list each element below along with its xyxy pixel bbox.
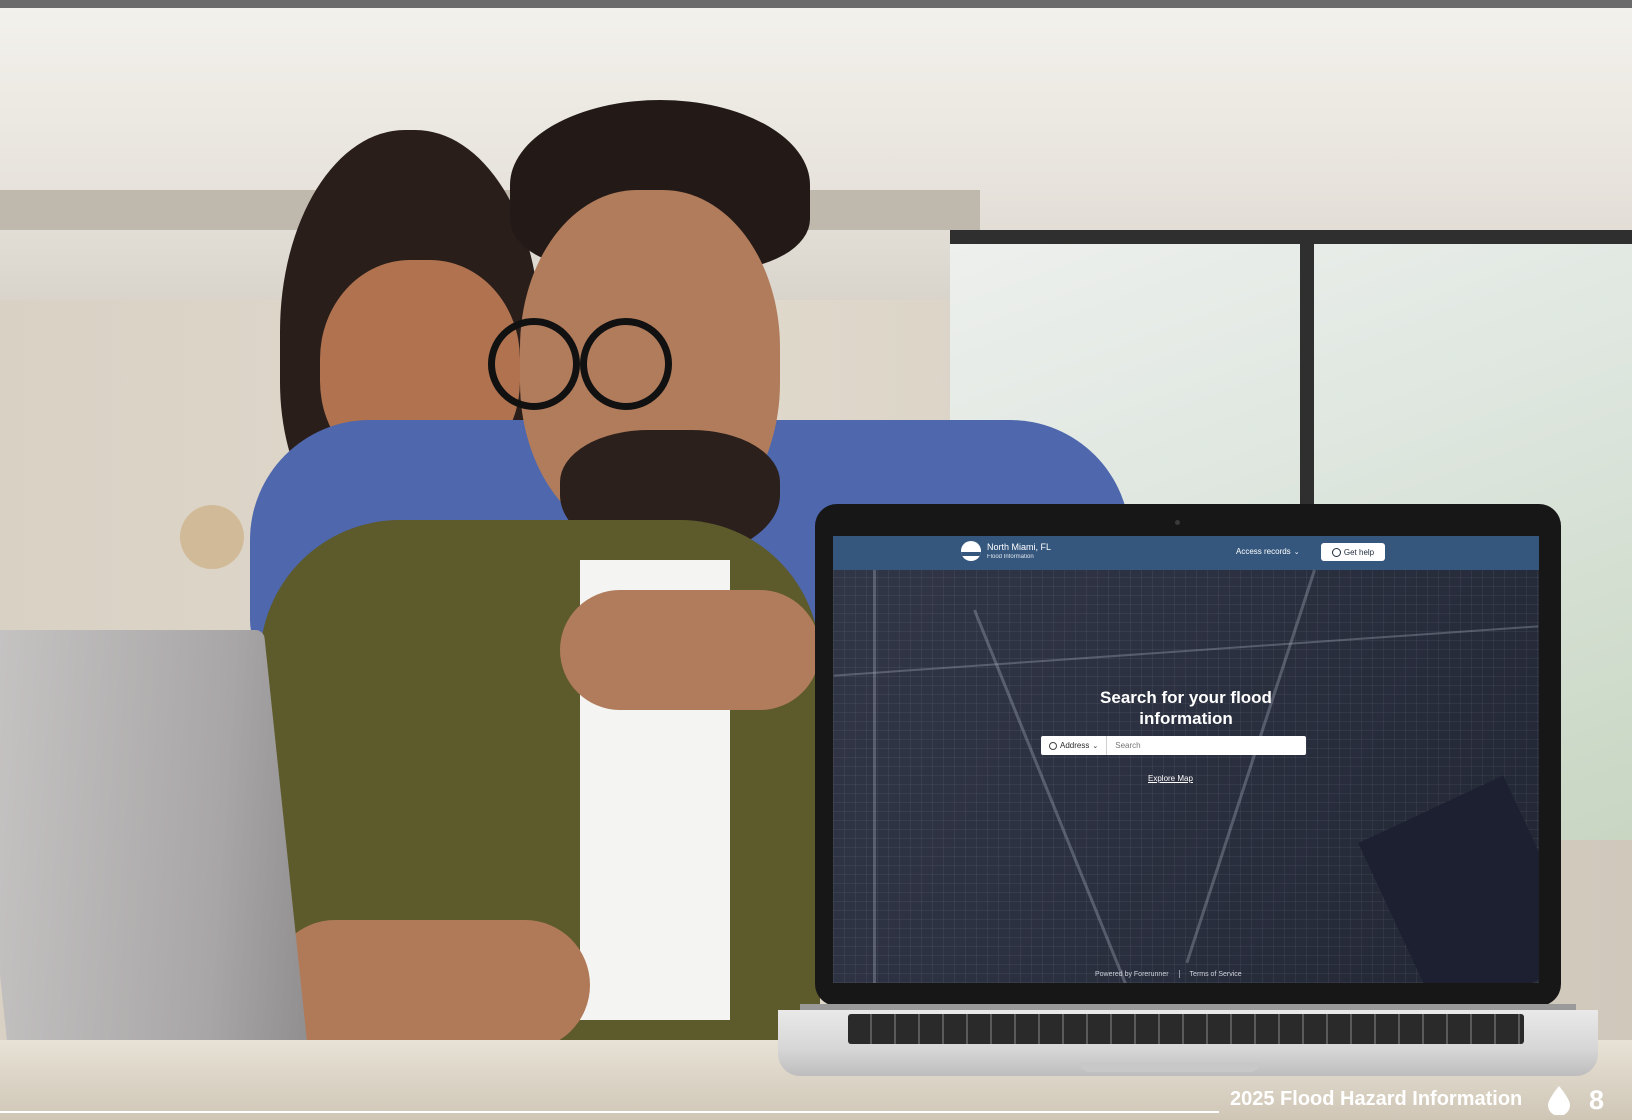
search-icon bbox=[1049, 741, 1057, 750]
wall-clock bbox=[180, 505, 244, 569]
terms-link[interactable]: Terms of Service bbox=[1190, 971, 1242, 978]
laptop-keyboard bbox=[848, 1014, 1524, 1044]
brand[interactable]: North Miami, FL Flood Information bbox=[961, 541, 1051, 561]
man-hands bbox=[270, 920, 590, 1050]
footer-divider bbox=[1178, 970, 1180, 978]
footer-rule bbox=[0, 1111, 1219, 1113]
app-footer: Powered by Forerunner Terms of Service bbox=[1095, 970, 1242, 978]
laptop-screen: North Miami, FL Flood Information Access… bbox=[833, 536, 1539, 983]
get-help-label: Get help bbox=[1343, 547, 1375, 557]
window-frame-top bbox=[950, 230, 1632, 244]
photo-scene: North Miami, FL Flood Information Access… bbox=[0, 0, 1632, 1120]
get-help-button[interactable]: Get help bbox=[1321, 543, 1385, 561]
map-road bbox=[833, 625, 1539, 677]
page-number: 8 bbox=[1589, 1085, 1605, 1115]
chevron-down-icon: ⌄ bbox=[1293, 548, 1300, 556]
app-header: North Miami, FL Flood Information Access… bbox=[833, 536, 1539, 570]
glasses-right-lens bbox=[580, 318, 672, 410]
search-type-label: Address bbox=[1060, 741, 1090, 750]
glasses-left-lens bbox=[488, 318, 580, 410]
water-drop-icon bbox=[1548, 1086, 1570, 1115]
brand-text: North Miami, FL Flood Information bbox=[987, 541, 1052, 560]
map-road bbox=[973, 609, 1134, 983]
document-title: 2025 Flood Hazard Information bbox=[1230, 1088, 1523, 1110]
laptop-notch bbox=[1080, 1062, 1260, 1072]
powered-by-link[interactable]: Powered by Forerunner bbox=[1095, 971, 1169, 978]
brand-subtitle: Flood Information bbox=[987, 553, 1034, 560]
chevron-down-icon: ⌄ bbox=[1092, 742, 1099, 750]
top-border bbox=[0, 0, 1632, 8]
satellite-map[interactable]: Search for your flood information Addres… bbox=[833, 569, 1539, 983]
map-road bbox=[873, 570, 876, 983]
city-seal-logo bbox=[961, 541, 981, 561]
help-circle-icon bbox=[1331, 547, 1341, 557]
search-input[interactable] bbox=[1107, 736, 1306, 755]
laptop-camera bbox=[1175, 520, 1180, 525]
woman-hands bbox=[560, 590, 820, 710]
brand-name: North Miami, FL bbox=[987, 541, 1052, 552]
explore-map-link[interactable]: Explore Map bbox=[1148, 774, 1193, 783]
map-water bbox=[1358, 775, 1539, 983]
search-type-dropdown[interactable]: Address ⌄ bbox=[1041, 736, 1108, 755]
access-records-label: Access records bbox=[1236, 547, 1291, 556]
access-records-menu[interactable]: Access records ⌄ bbox=[1236, 547, 1300, 556]
map-road bbox=[1185, 569, 1316, 964]
search-bar: Address ⌄ bbox=[1041, 736, 1306, 755]
search-headline: Search for your flood information bbox=[1100, 688, 1272, 728]
